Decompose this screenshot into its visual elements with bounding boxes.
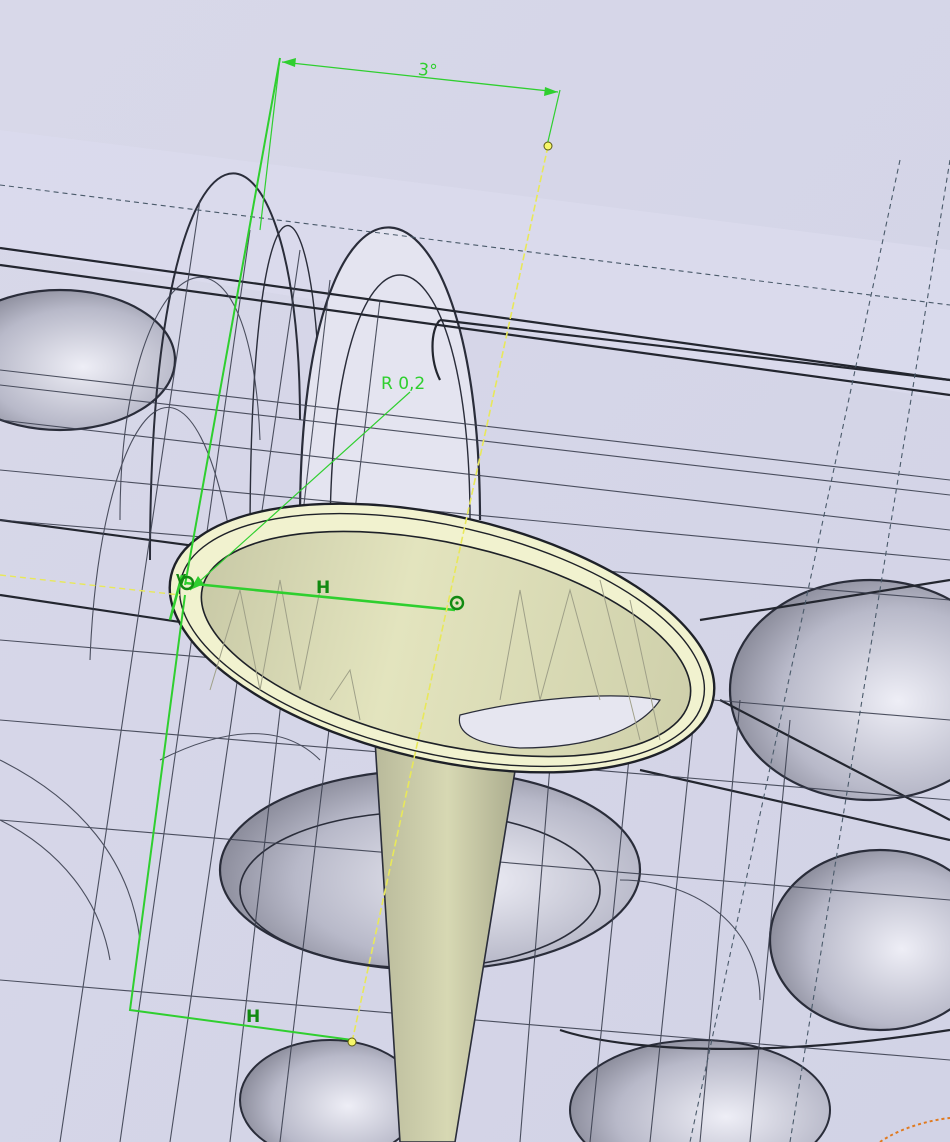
horizontal-constraint-bottom[interactable]: H [246, 1007, 260, 1027]
axis-endpoint-bottom[interactable] [347, 1037, 357, 1047]
horizontal-constraint-top[interactable]: H [316, 578, 330, 598]
3d-viewport[interactable]: 3° R 0,2 H H V [0, 0, 950, 1142]
angle-dimension-label[interactable]: 3° [417, 60, 438, 82]
radius-dimension-label[interactable]: R 0,2 [381, 374, 425, 394]
vertical-constraint[interactable]: V [176, 573, 186, 588]
axis-endpoint-top[interactable] [543, 141, 553, 151]
